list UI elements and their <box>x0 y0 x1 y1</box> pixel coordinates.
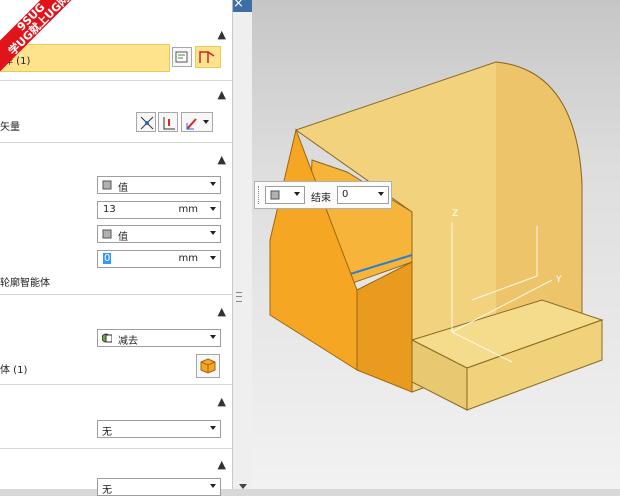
float-end-label: 结束 <box>311 193 331 204</box>
collapse-chevron-icon[interactable]: ▲ <box>218 28 226 41</box>
subtract-icon <box>102 333 112 343</box>
vector-dialog-button[interactable] <box>158 112 178 132</box>
end-mode-select[interactable]: 值 <box>97 225 221 243</box>
end-mode-text: 值 <box>118 232 128 243</box>
end-distance-value: 0 <box>103 253 112 264</box>
dropdown-arrow-icon <box>294 192 300 196</box>
draft-value: 无 <box>102 427 112 438</box>
select-body-button[interactable] <box>196 354 220 378</box>
collapse-chevron-icon[interactable]: ▲ <box>218 395 226 408</box>
scroll-down-arrow-icon[interactable] <box>239 484 247 489</box>
sketch-section-button[interactable] <box>172 47 192 67</box>
reverse-direction-icon <box>140 116 154 130</box>
dropdown-arrow-icon <box>210 231 216 235</box>
start-distance-unit: mm <box>178 204 198 215</box>
collapse-chevron-icon[interactable]: ▲ <box>218 88 226 101</box>
reverse-direction-button[interactable] <box>136 112 156 132</box>
draft-select[interactable]: 无 <box>97 420 221 438</box>
dropdown-arrow-icon[interactable] <box>210 207 216 211</box>
vector-type-button[interactable] <box>181 112 213 132</box>
on-screen-input: 结束 0 <box>254 181 392 209</box>
start-distance-field[interactable]: 13 mm <box>97 201 221 219</box>
z-axis-label: Z <box>452 209 458 219</box>
splitter-grip-icon[interactable] <box>236 292 242 302</box>
boolean-body-label: 体 (1) <box>0 365 28 376</box>
dropdown-arrow-icon <box>210 335 216 339</box>
curve-select-button[interactable] <box>195 46 221 68</box>
sketch-icon <box>175 51 188 63</box>
drag-handle-icon[interactable] <box>258 186 262 204</box>
float-end-value: 0 <box>342 189 349 200</box>
dropdown-arrow-icon <box>210 182 216 186</box>
start-mode-text: 值 <box>118 183 128 194</box>
dropdown-arrow-icon <box>210 426 216 430</box>
boolean-operation-select[interactable]: 减去 <box>97 329 221 347</box>
y-axis-label: Y <box>555 275 562 285</box>
offset-select[interactable]: 无 <box>97 478 221 496</box>
value-mode-icon <box>102 180 112 190</box>
inferred-vector-icon <box>186 118 197 130</box>
float-end-value-field[interactable]: 0 <box>337 186 389 204</box>
dropdown-arrow-icon <box>203 120 209 124</box>
start-mode-select[interactable]: 值 <box>97 176 221 194</box>
dropdown-arrow-icon <box>210 484 216 488</box>
dropdown-arrow-icon[interactable] <box>210 256 216 260</box>
graphics-viewport[interactable]: Z Y <box>252 0 620 489</box>
end-distance-field[interactable]: 0 mm <box>97 250 221 268</box>
selection-field[interactable]: 择 (1) <box>0 44 170 72</box>
start-distance-value: 13 <box>103 204 116 215</box>
extrude-dialog-panel: ▲ 择 (1) ▲ 矢量 ▲ 轮廓智能体 值 13 mm 值 0 mm ▲ 体 … <box>0 0 233 496</box>
panel-splitter[interactable] <box>232 12 253 489</box>
front-slab-side <box>356 261 413 393</box>
end-distance-unit: mm <box>178 253 198 264</box>
value-mode-icon <box>102 229 112 239</box>
close-icon[interactable]: × <box>233 0 244 11</box>
boolean-operation-text: 减去 <box>118 336 138 347</box>
value-mode-icon <box>270 190 280 200</box>
model-drawing: Z Y <box>269 61 604 411</box>
collapse-chevron-icon[interactable]: ▲ <box>218 153 226 166</box>
limits-option-label: 轮廓智能体 <box>0 278 50 289</box>
solid-body-icon <box>200 358 216 374</box>
collapse-chevron-icon[interactable]: ▲ <box>218 305 226 318</box>
dropdown-arrow-icon <box>378 192 384 196</box>
collapse-chevron-icon[interactable]: ▲ <box>218 458 226 471</box>
curve-icon <box>199 51 215 63</box>
vector-label: 矢量 <box>0 122 20 133</box>
section-draft: ▲ <box>0 384 232 449</box>
vector-icon <box>163 117 175 130</box>
float-mode-select[interactable] <box>265 186 305 204</box>
